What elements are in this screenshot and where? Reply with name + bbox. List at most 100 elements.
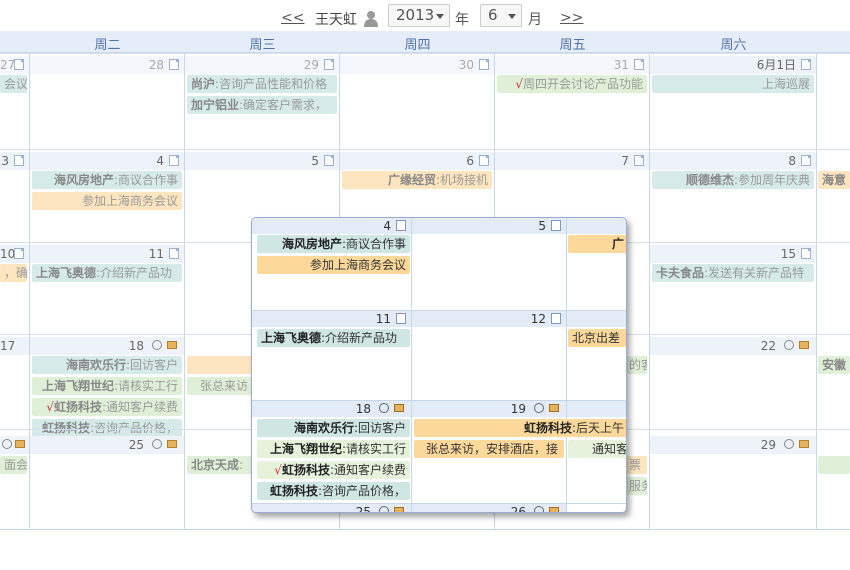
calendar-event[interactable]: 北京天成: xyxy=(187,456,257,474)
calendar-event[interactable]: 上海巡展 xyxy=(652,75,814,93)
clock-icon xyxy=(152,340,162,350)
calendar-event[interactable]: 顺德维杰:参加周年庆典 xyxy=(652,171,814,189)
day-number[interactable]: 17 xyxy=(0,337,29,355)
calendar-event[interactable]: 参加上海商务会议 xyxy=(32,192,182,210)
calendar-event[interactable]: 票 xyxy=(627,456,647,474)
calendar-event[interactable]: √虹扬科技:通知客户续费 xyxy=(32,398,182,416)
briefcase-icon xyxy=(394,404,404,412)
day-number[interactable]: 3 xyxy=(0,152,29,170)
calendar-event[interactable]: 加宁铝业:确定客户需求， xyxy=(187,96,337,114)
day-number[interactable]: 25 xyxy=(252,504,411,512)
day-number[interactable]: 22 xyxy=(650,337,816,355)
calendar-event[interactable]: 北京出差 xyxy=(568,329,626,347)
briefcase-icon xyxy=(549,507,559,512)
calendar-event[interactable]: 广 xyxy=(568,235,626,253)
briefcase-icon xyxy=(15,440,25,448)
day-number[interactable]: 11 xyxy=(252,311,411,327)
calendar-event[interactable]: 安徽 xyxy=(818,356,850,374)
day-number[interactable]: 30 xyxy=(340,56,494,74)
day-number[interactable]: 27 xyxy=(0,56,29,74)
note-icon xyxy=(634,155,644,166)
calendar-event[interactable]: 服务 xyxy=(627,477,647,495)
day-number[interactable] xyxy=(567,218,626,234)
calendar-event[interactable]: 海南欢乐行:回访客户 xyxy=(32,356,182,374)
day-number[interactable]: 25 xyxy=(30,436,184,454)
calendar-toolbar: << 王天虹 2013 年 6 月 >> xyxy=(0,0,850,31)
calendar-event[interactable]: 虹扬科技:后天上午 xyxy=(414,419,626,437)
calendar-event[interactable]: 上海飞奥德:介绍新产品功 xyxy=(257,329,410,347)
calendar-event[interactable]: 张总来访，安排酒店，接 xyxy=(414,440,564,458)
day-number[interactable]: 10 xyxy=(0,245,29,263)
next-month-link[interactable]: >> xyxy=(560,10,583,26)
clock-icon xyxy=(784,340,794,350)
calendar-event[interactable]: 卡夫食品:发送有关新产品特 xyxy=(652,264,814,282)
calendar-event[interactable]: 海南欢乐行:回访客户 xyxy=(257,419,410,437)
day-number[interactable]: 5 xyxy=(185,152,339,170)
day-number[interactable] xyxy=(567,311,626,327)
calendar-event[interactable]: 通知客 xyxy=(568,440,626,458)
clock-icon xyxy=(152,439,162,449)
year-select[interactable]: 2013 xyxy=(388,4,450,27)
briefcase-icon xyxy=(394,507,404,512)
user-icon xyxy=(364,11,378,27)
column-divider xyxy=(411,218,412,512)
calendar-event[interactable]: 海意 xyxy=(818,171,850,189)
day-number[interactable]: 4 xyxy=(30,152,184,170)
week-row: 27 28 29 30 31 6月1日 会议 尚沪:咨询产品性能和价格 加宁铝业… xyxy=(0,53,850,149)
calendar-event[interactable]: 上海飞翔世纪:请核实工行 xyxy=(257,440,410,458)
user-name: 王天虹 xyxy=(315,12,357,28)
calendar-event[interactable]: 张总来访 xyxy=(187,377,257,395)
calendar-event[interactable]: 面会 xyxy=(0,456,27,474)
day-number[interactable]: 8 xyxy=(650,152,816,170)
zoom-preview-popup[interactable]: 4 5 海风房地产:商议合作事 参加上海商务会议 广 11 12 上海飞奥德:介… xyxy=(251,217,627,513)
day-number[interactable]: 26 xyxy=(412,504,566,512)
day-number[interactable]: 11 xyxy=(30,245,184,263)
day-number[interactable]: 29 xyxy=(185,56,339,74)
calendar-event[interactable]: 参加上海商务会议 xyxy=(257,256,410,274)
day-number[interactable]: 5 xyxy=(412,218,566,234)
briefcase-icon xyxy=(549,404,559,412)
day-number[interactable] xyxy=(567,401,626,417)
day-number[interactable]: 19 xyxy=(412,401,566,417)
note-icon xyxy=(479,59,489,70)
calendar-event[interactable] xyxy=(187,356,257,374)
calendar-event[interactable]: 海风房地产:商议合作事 xyxy=(32,171,182,189)
calendar-event[interactable]: 海风房地产:商议合作事 xyxy=(257,235,410,253)
calendar-event[interactable]: 上海飞翔世纪:请核实工行 xyxy=(32,377,182,395)
prev-month-link[interactable]: << xyxy=(281,10,304,26)
calendar-event[interactable]: ，确 xyxy=(0,264,27,282)
clock-icon xyxy=(2,439,12,449)
clock-icon xyxy=(534,506,544,512)
day-number[interactable]: 6月1日 xyxy=(650,56,816,74)
calendar-event[interactable]: 尚沪:咨询产品性能和价格 xyxy=(187,75,337,93)
calendar-event[interactable]: 广缘经贸:机场接机 xyxy=(342,171,492,189)
calendar-event[interactable] xyxy=(818,456,850,474)
day-number[interactable] xyxy=(0,436,29,454)
month-select[interactable]: 6 xyxy=(480,4,522,27)
note-icon xyxy=(634,59,644,70)
day-number[interactable]: 15 xyxy=(650,245,816,263)
note-icon xyxy=(324,59,334,70)
note-icon xyxy=(801,59,811,70)
briefcase-icon xyxy=(799,440,809,448)
calendar-event[interactable]: √周四开会讨论产品功能 xyxy=(497,75,647,93)
day-number[interactable]: 18 xyxy=(252,401,411,417)
calendar-event[interactable]: √虹扬科技:通知客户续费 xyxy=(257,461,410,479)
calendar-event[interactable]: 会议 xyxy=(0,75,27,93)
day-number[interactable]: 18 xyxy=(30,337,184,355)
calendar-event[interactable]: 上海飞奥德:介绍新产品功 xyxy=(32,264,182,282)
day-number[interactable]: 31 xyxy=(495,56,649,74)
calendar-event[interactable]: 虹扬科技:咨询产品价格， xyxy=(257,482,410,500)
day-number[interactable]: 28 xyxy=(30,56,184,74)
day-number[interactable]: 6 xyxy=(340,152,494,170)
note-icon xyxy=(479,155,489,166)
briefcase-icon xyxy=(167,440,177,448)
note-icon xyxy=(14,155,24,166)
day-number[interactable]: 4 xyxy=(252,218,411,234)
calendar-event[interactable]: 的客 xyxy=(627,356,647,374)
day-number[interactable]: 12 xyxy=(412,311,566,327)
note-icon xyxy=(169,59,179,70)
day-number[interactable]: 7 xyxy=(495,152,649,170)
day-number[interactable]: 29 xyxy=(650,436,816,454)
note-icon xyxy=(551,220,561,231)
